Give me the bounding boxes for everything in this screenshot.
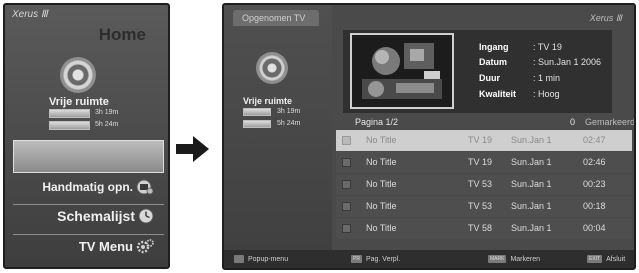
- row-title: No Title: [366, 201, 397, 211]
- marked-count: 0: [570, 117, 576, 127]
- marked-label: Gemarkeerd: [585, 117, 636, 127]
- mark-key-icon: MARK: [488, 255, 507, 263]
- row-time: 00:18: [583, 201, 606, 211]
- row-channel: TV 19: [468, 135, 493, 145]
- row-checkbox[interactable]: [342, 136, 351, 145]
- tab-recorded-tv[interactable]: Opgenomen TV: [233, 10, 319, 26]
- footer-bar: Popup-menu PR Pag. Verpl. MARK Markeren …: [224, 250, 634, 268]
- row-title: No Title: [366, 135, 397, 145]
- recording-row[interactable]: No Title TV 19 Sun.Jan 1 02:46: [336, 152, 632, 173]
- free-space-bar-low: [49, 121, 90, 130]
- recording-preview: Ingang : TV 19 Datum : Sun.Jan 1 2006 Duur…: [343, 30, 612, 113]
- page-key-icon: PR: [351, 255, 362, 263]
- row-title: No Title: [366, 157, 397, 167]
- info-date-key: Datum: [479, 57, 508, 67]
- page-indicator: Pagina 1/2: [355, 117, 399, 127]
- free-space-label: Vrije ruimte: [49, 96, 109, 108]
- menu-divider: [13, 204, 164, 205]
- info-date-row: Datum : Sun.Jan 1 2006: [479, 57, 601, 67]
- row-title: No Title: [366, 179, 397, 189]
- menu-item-label: Handmatig opn.: [42, 180, 133, 194]
- video-frame-image: [352, 35, 452, 107]
- row-time: 00:04: [583, 223, 606, 233]
- info-duration-key: Duur: [479, 73, 500, 83]
- menu-item-label: Schemalijst: [57, 208, 135, 224]
- info-quality-key: Kwaliteit: [479, 89, 517, 99]
- info-duration-row: Duur : 1 min: [479, 73, 560, 83]
- list-header: Pagina 1/2 0 Gemarkeerd: [343, 117, 636, 129]
- recorded-tv-panel: Opgenomen TV Vrije ruimte 3h 19m 5h 24m …: [222, 3, 636, 270]
- disc-icon: [60, 57, 96, 93]
- home-menu-panel: Xerus Ⅲ Home Vrije ruimte 3h 19m 5h 24m …: [3, 3, 170, 269]
- exit-key-icon: EXIT: [587, 255, 603, 263]
- footer-page-label: Pag. Verpl.: [365, 255, 401, 263]
- footer-popup-menu[interactable]: Popup-menu: [234, 255, 288, 263]
- recording-row[interactable]: No Title TV 53 Sun.Jan 1 00:23: [336, 174, 632, 195]
- row-checkbox[interactable]: [342, 180, 351, 189]
- free-space-label: Vrije ruimte: [243, 96, 293, 106]
- row-channel: TV 53: [468, 201, 493, 211]
- free-space-time-high: 3h 19m: [95, 109, 119, 116]
- row-title: No Title: [366, 223, 397, 233]
- row-channel: TV 58: [468, 223, 493, 233]
- row-date: Sun.Jan 1: [511, 201, 552, 211]
- recording-row[interactable]: No Title TV 58 Sun.Jan 1 00:04: [336, 218, 632, 239]
- footer-mark[interactable]: MARK Markeren: [488, 255, 540, 263]
- menu-highlight[interactable]: [13, 140, 164, 173]
- recording-row[interactable]: No Title TV 19 Sun.Jan 1 02:47: [336, 130, 632, 151]
- row-date: Sun.Jan 1: [511, 223, 552, 233]
- brand-logo: Xerus Ⅲ: [589, 13, 622, 23]
- video-thumbnail: [350, 33, 454, 109]
- row-channel: TV 53: [468, 179, 493, 189]
- home-title: Home: [98, 25, 146, 44]
- free-space-time-low: 5h 24m: [277, 120, 301, 127]
- storage-sidebar: Opgenomen TV Vrije ruimte 3h 19m 5h 24m: [224, 5, 332, 268]
- menu-key-icon: [234, 255, 244, 263]
- free-space-time-high: 3h 19m: [277, 108, 301, 115]
- arrow-right-icon: [176, 136, 209, 162]
- row-checkbox[interactable]: [342, 202, 351, 211]
- brand-logo: Xerus Ⅲ: [12, 9, 48, 20]
- info-quality-row: Kwaliteit : Hoog: [479, 89, 560, 99]
- menu-divider: [13, 234, 164, 235]
- footer-popup-label: Popup-menu: [248, 255, 289, 263]
- info-input-value: : TV 19: [533, 42, 562, 52]
- menu-item-manual-record[interactable]: Handmatig opn.: [42, 179, 154, 195]
- info-input-key: Ingang: [479, 42, 509, 52]
- row-date: Sun.Jan 1: [511, 135, 552, 145]
- info-duration-value: : 1 min: [533, 73, 561, 83]
- info-date-value: : Sun.Jan 1 2006: [533, 57, 602, 67]
- free-space-bar-high: [49, 109, 90, 118]
- clock-icon: [138, 208, 154, 224]
- row-time: 00:23: [583, 179, 606, 189]
- disc-icon: [256, 52, 288, 84]
- footer-exit[interactable]: EXIT Afsluit: [587, 255, 625, 263]
- row-time: 02:46: [583, 157, 606, 167]
- menu-item-label: TV Menu: [78, 238, 133, 254]
- row-date: Sun.Jan 1: [511, 157, 552, 167]
- gear-icon: [136, 239, 154, 254]
- footer-mark-label: Markeren: [510, 255, 541, 263]
- free-space-bar-high: [243, 108, 271, 116]
- info-quality-value: : Hoog: [533, 89, 560, 99]
- footer-exit-label: Afsluit: [606, 255, 626, 263]
- menu-item-tv-menu[interactable]: TV Menu: [79, 238, 154, 254]
- row-date: Sun.Jan 1: [511, 179, 552, 189]
- info-input-row: Ingang : TV 19: [479, 42, 562, 52]
- recording-row[interactable]: No Title TV 53 Sun.Jan 1 00:18: [336, 196, 632, 217]
- row-time: 02:47: [583, 135, 606, 145]
- row-channel: TV 19: [468, 157, 493, 167]
- record-icon: [136, 179, 154, 195]
- menu-item-schedule-list[interactable]: Schemalijst: [57, 208, 154, 224]
- row-checkbox[interactable]: [342, 224, 351, 233]
- free-space-bar-low: [243, 120, 271, 128]
- footer-page-move[interactable]: PR Pag. Verpl.: [351, 255, 400, 263]
- row-checkbox[interactable]: [342, 158, 351, 167]
- free-space-time-low: 5h 24m: [95, 121, 119, 128]
